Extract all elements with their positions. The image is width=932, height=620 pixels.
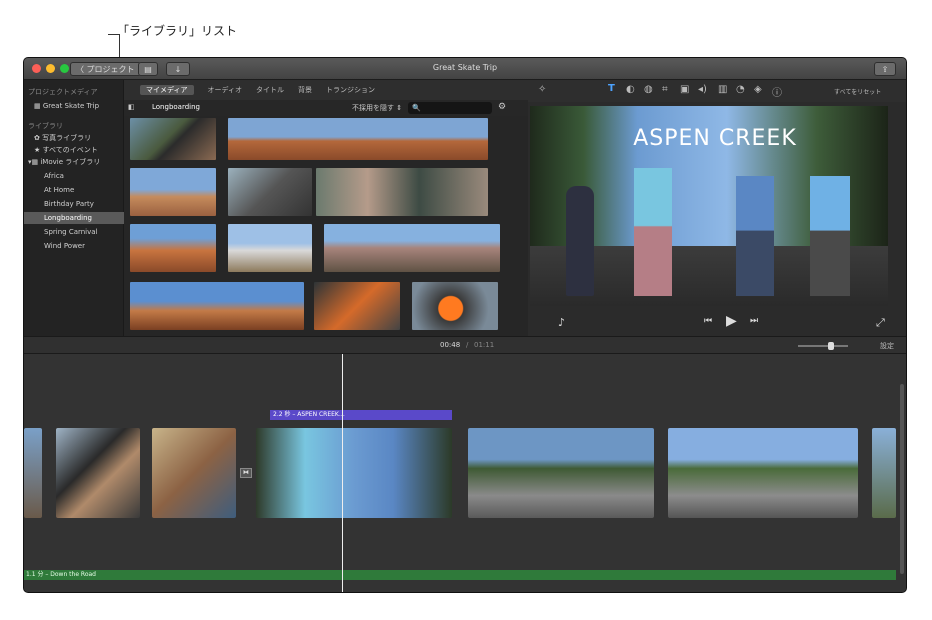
- timeline-clip[interactable]: [872, 428, 896, 518]
- total-time: 01:11: [474, 341, 495, 349]
- film-icon: ▦: [34, 102, 43, 110]
- color-balance-icon[interactable]: ◐: [626, 84, 635, 95]
- sidebar-toggle-icon[interactable]: ◧: [128, 103, 135, 111]
- sidebar-item-all-events[interactable]: ★ すべてのイベント: [24, 144, 124, 156]
- zoom-slider[interactable]: [798, 342, 848, 350]
- info-icon[interactable]: ⓘ: [772, 84, 782, 99]
- media-clip[interactable]: [314, 282, 400, 330]
- media-clip[interactable]: [130, 282, 304, 330]
- timeline-clip[interactable]: [668, 428, 858, 518]
- media-clip[interactable]: [228, 224, 312, 272]
- timeline-clip[interactable]: [468, 428, 654, 518]
- play-icon[interactable]: ▶: [726, 313, 737, 329]
- viewer-title-overlay: ASPEN CREEK: [633, 126, 797, 151]
- libraries-heading: ライブラリ: [28, 122, 63, 130]
- tab-transitions[interactable]: トランジション: [326, 85, 375, 95]
- time-separator: /: [466, 341, 469, 349]
- media-browser: [124, 116, 528, 336]
- sidebar-item-at-home[interactable]: At Home: [24, 184, 124, 196]
- zoom-slider-thumb[interactable]: [828, 342, 834, 350]
- magic-wand-icon[interactable]: ✧: [538, 84, 546, 95]
- playhead[interactable]: [342, 354, 343, 592]
- browser-tabs: マイメディア オーディオ タイトル 背景 トランジション: [124, 80, 528, 100]
- playback-controls: ♪ ⏮ ▶ ⏭ ⤢: [528, 308, 906, 336]
- tab-audio[interactable]: オーディオ: [208, 85, 243, 95]
- media-clip[interactable]: [412, 282, 498, 330]
- settings-gear-icon[interactable]: ⚙: [498, 102, 506, 112]
- timeline-clip[interactable]: [152, 428, 236, 518]
- crop-icon[interactable]: ⌗: [662, 84, 668, 95]
- media-clip[interactable]: [130, 224, 216, 272]
- hide-rejected-dropdown[interactable]: 不採用を隠す ⇕: [352, 103, 402, 113]
- search-field[interactable]: 🔍: [408, 102, 492, 114]
- tab-titles[interactable]: タイトル: [256, 85, 284, 95]
- timeline-clip[interactable]: [256, 428, 452, 518]
- stabilization-icon[interactable]: ▣: [680, 84, 689, 95]
- share-icon[interactable]: ⇪: [874, 62, 896, 76]
- project-media-heading: プロジェクトメディア: [28, 88, 98, 96]
- window-title: Great Skate Trip: [432, 63, 498, 72]
- title-text-icon[interactable]: T: [608, 83, 615, 94]
- microphone-icon[interactable]: ♪: [558, 316, 565, 329]
- skater-figure: [810, 176, 850, 296]
- preview-viewer[interactable]: ASPEN CREEK: [530, 106, 888, 306]
- reset-all-button[interactable]: すべてをリセット: [834, 87, 881, 96]
- timeline-clip[interactable]: [56, 428, 140, 518]
- adjustments-toolbar: ✧ T ◐ ◍ ⌗ ▣ ◂) ▥ ◔ ◈ ⓘ すべてをリセット: [528, 80, 906, 102]
- sidebar-item-wind-power[interactable]: Wind Power: [24, 240, 124, 252]
- vertical-scrollbar[interactable]: [900, 384, 904, 574]
- media-clip[interactable]: [130, 118, 216, 160]
- timeline[interactable]: 2.2 秒 – ASPEN CREEK… ⧓ 1.1 分 – Down the …: [24, 354, 906, 592]
- disclosure-triangle-icon: ▾▦: [28, 158, 41, 166]
- skater-figure: [634, 168, 672, 296]
- title-clip[interactable]: 2.2 秒 – ASPEN CREEK…: [270, 410, 452, 420]
- libraries-sidebar: プロジェクトメディア ▦ Great Skate Trip ライブラリ ✿ 写真…: [24, 80, 124, 336]
- skater-figure: [566, 186, 594, 296]
- color-correction-icon[interactable]: ◍: [644, 84, 653, 95]
- title-bar: 〈 プロジェクト ▤ ↓ Great Skate Trip ⇪: [24, 58, 906, 80]
- media-clip[interactable]: [228, 168, 312, 216]
- timeline-settings-button[interactable]: 設定: [880, 341, 894, 351]
- search-icon: 🔍: [412, 104, 421, 112]
- sidebar-item-longboarding[interactable]: Longboarding: [24, 212, 124, 224]
- equalizer-icon[interactable]: ▥: [718, 84, 727, 95]
- skip-forward-icon[interactable]: ⏭: [750, 316, 758, 326]
- star-icon: ★: [34, 146, 43, 154]
- media-clip[interactable]: [324, 224, 500, 272]
- timeline-status-bar: 00:48 / 01:11 設定: [24, 336, 906, 354]
- tab-backgrounds[interactable]: 背景: [298, 85, 312, 95]
- media-clip[interactable]: [228, 118, 488, 160]
- transition-icon[interactable]: ⧓: [240, 468, 252, 478]
- background-music-clip[interactable]: 1.1 分 – Down the Road: [24, 570, 896, 580]
- callout-tick-top: [108, 34, 120, 35]
- imovie-window: 〈 プロジェクト ▤ ↓ Great Skate Trip ⇪ プロジェクトメデ…: [24, 58, 906, 592]
- filter-icon[interactable]: ◈: [754, 84, 762, 95]
- sidebar-item-imovie-library[interactable]: ▾▦ iMovie ライブラリ: [24, 156, 124, 168]
- library-list-callout: 「ライブラリ」リスト: [117, 24, 238, 38]
- media-clip[interactable]: [130, 168, 216, 216]
- skip-back-icon[interactable]: ⏮: [704, 316, 712, 326]
- sidebar-item-birthday-party[interactable]: Birthday Party: [24, 198, 124, 210]
- volume-icon[interactable]: ◂): [698, 84, 707, 95]
- current-time: 00:48: [440, 341, 461, 349]
- sidebar-item-photos[interactable]: ✿ 写真ライブラリ: [24, 132, 124, 144]
- sidebar-item-spring-carnival[interactable]: Spring Carnival: [24, 226, 124, 238]
- photos-icon: ✿: [34, 134, 43, 142]
- event-header-bar: ◧ Longboarding 不採用を隠す ⇕ 🔍 ⚙: [124, 100, 528, 116]
- timeline-clip[interactable]: [24, 428, 42, 518]
- sidebar-item-africa[interactable]: Africa: [24, 170, 124, 182]
- sidebar-item-project[interactable]: ▦ Great Skate Trip: [24, 100, 124, 112]
- event-name: Longboarding: [152, 103, 200, 111]
- fullscreen-icon[interactable]: ⤢: [876, 316, 885, 330]
- media-clip[interactable]: [316, 168, 488, 216]
- tab-my-media[interactable]: マイメディア: [140, 85, 194, 95]
- speed-icon[interactable]: ◔: [736, 84, 745, 95]
- skater-figure: [736, 176, 774, 296]
